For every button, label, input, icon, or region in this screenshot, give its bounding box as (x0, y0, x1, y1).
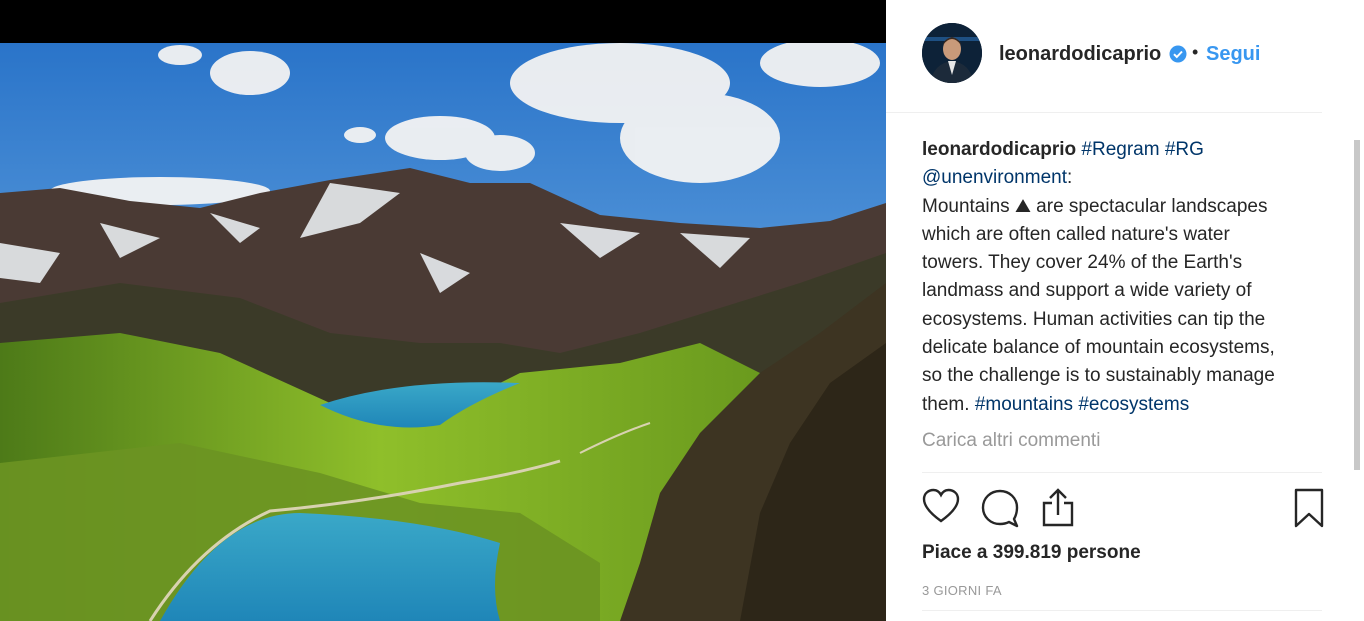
post-side-panel: leonardodicaprio • Segui leonardodicapri… (886, 0, 1364, 621)
caption-username[interactable]: leonardodicaprio (922, 139, 1076, 160)
caption-text-line: towers. They cover 24% of the Earth's (922, 252, 1243, 274)
heart-icon[interactable] (922, 488, 960, 524)
post-header: leonardodicaprio • Segui (886, 0, 1322, 113)
follow-button[interactable]: Segui (1206, 43, 1260, 66)
load-more-comments-link[interactable]: Carica altri commenti (922, 430, 1100, 452)
share-icon[interactable] (1040, 488, 1076, 528)
caption-text-line: ecosystems. Human activities can tip the (922, 308, 1266, 330)
hashtag-link[interactable]: #mountains #ecosystems (975, 394, 1189, 415)
hashtag-link[interactable]: #Regram #RG (1081, 139, 1204, 160)
avatar[interactable] (922, 23, 982, 83)
caption-text-line: which are often called nature's water (922, 223, 1230, 245)
post-caption: leonardodicaprio #Regram #RG @unenvironm… (922, 136, 1322, 419)
divider (922, 610, 1322, 611)
post-author-username[interactable]: leonardodicaprio (999, 43, 1161, 66)
bookmark-icon[interactable] (1294, 488, 1324, 528)
verified-badge-icon (1169, 45, 1187, 63)
post-image[interactable] (0, 0, 886, 621)
caption-text-line: delicate balance of mountain ecosystems, (922, 337, 1275, 359)
comment-icon[interactable] (980, 488, 1020, 528)
caption-text-line: them. (922, 393, 970, 415)
mention-link[interactable]: @unenvironment (922, 167, 1067, 188)
separator-dot: • (1192, 42, 1199, 62)
post-timestamp: 3 GIORNI FA (922, 583, 1002, 598)
caption-text-line: Mountains ⛰ are spectacular landscapes (922, 195, 1268, 217)
scrollbar[interactable] (1354, 140, 1360, 470)
avatar-image (922, 23, 982, 83)
action-bar (922, 488, 1324, 530)
likes-count[interactable]: Piace a 399.819 persone (922, 542, 1141, 564)
caption-text-line: landmass and support a wide variety of (922, 280, 1252, 302)
caption-colon: : (1066, 167, 1073, 189)
mountain-landscape-photo (0, 43, 886, 621)
caption-text-line: so the challenge is to sustainably manag… (922, 365, 1275, 387)
divider (922, 472, 1322, 473)
